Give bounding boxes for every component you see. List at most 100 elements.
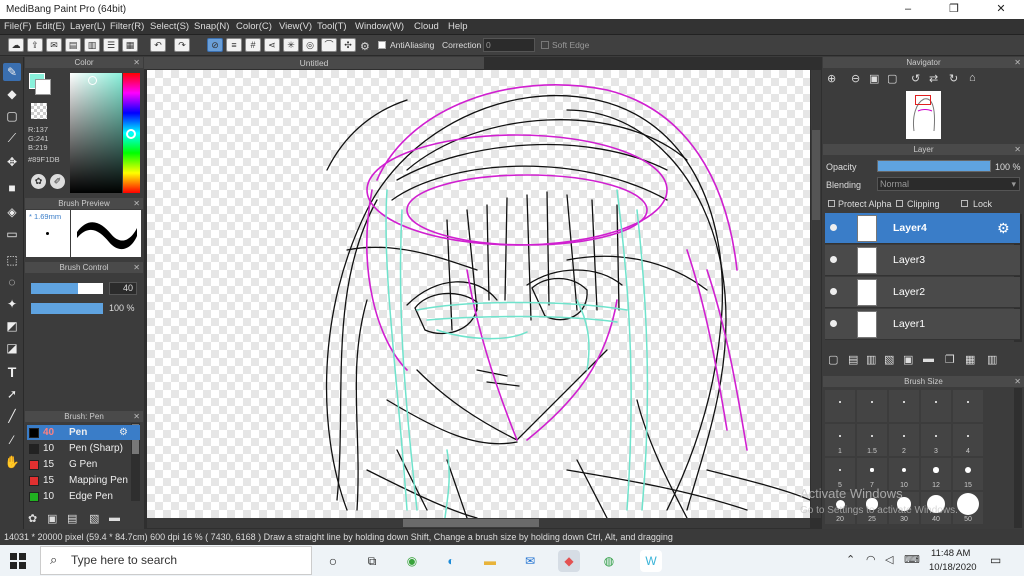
eyedropper-tool-icon[interactable]: ⁄ xyxy=(3,431,21,449)
document-tab[interactable]: Untitled xyxy=(144,57,484,69)
actual-size-icon[interactable]: ▢ xyxy=(887,72,897,85)
duplicate-layer-icon[interactable]: ❐ xyxy=(945,353,955,366)
wifi-icon[interactable]: ◠ xyxy=(866,553,876,566)
saturation-value-picker[interactable] xyxy=(70,73,122,193)
select-eraser-tool-icon[interactable]: ◪ xyxy=(3,339,21,357)
notifications-icon[interactable]: ▭ xyxy=(990,553,1001,567)
brush-settings-icon[interactable]: ▧ xyxy=(89,512,102,525)
new-layer-icon[interactable]: ▢ xyxy=(828,353,838,366)
delete-layer-icon[interactable]: ▥ xyxy=(987,353,997,366)
chat-icon[interactable]: ▤ xyxy=(65,38,81,52)
redo-icon[interactable]: ↷ xyxy=(174,38,190,52)
menu-file[interactable]: File(F) xyxy=(4,21,31,32)
menu-layer[interactable]: Layer(L) xyxy=(70,21,105,32)
hue-slider[interactable] xyxy=(123,73,140,193)
new-8bit-layer-icon[interactable]: ▧ xyxy=(884,353,894,366)
new-brush-icon[interactable]: ▤ xyxy=(67,512,80,525)
cortana-icon[interactable]: ○ xyxy=(322,550,344,572)
settings-gear-icon[interactable]: ⚙ xyxy=(360,40,370,53)
brush-size-cell[interactable]: 2 xyxy=(889,424,919,456)
circle-snap-icon[interactable]: ◎ xyxy=(302,38,318,52)
fill-rect-tool-icon[interactable]: ■ xyxy=(3,179,21,197)
medibang-app-icon[interactable]: ◆ xyxy=(558,550,580,572)
task-view-icon[interactable]: ⧉ xyxy=(361,550,383,572)
add-brush-icon[interactable]: ✿ xyxy=(28,512,41,525)
app-icon-green[interactable]: ◉ xyxy=(401,550,423,572)
panel-close-icon[interactable]: ✕ xyxy=(133,57,140,68)
gradient-tool-icon[interactable]: ▭ xyxy=(3,225,21,243)
taskbar-date[interactable]: 10/18/2020 xyxy=(929,562,977,573)
fit-icon[interactable]: ▣ xyxy=(869,72,879,85)
brush-size-slider[interactable] xyxy=(31,283,103,294)
canvas-horizontal-scrollbar[interactable] xyxy=(147,518,810,528)
clipping-checkbox[interactable] xyxy=(896,200,903,207)
brush-size-cell[interactable]: 12 xyxy=(921,458,951,490)
curve-snap-icon[interactable]: ⌒ xyxy=(321,38,337,52)
merge-layer-icon[interactable]: ▦ xyxy=(965,353,975,366)
lock-checkbox[interactable] xyxy=(961,200,968,207)
panel-close-icon[interactable]: ✕ xyxy=(133,411,140,422)
blending-select[interactable]: Normal ▾ xyxy=(877,177,1020,191)
share-icon[interactable]: ⇪ xyxy=(27,38,43,52)
taskbar-time[interactable]: 11:48 AM xyxy=(931,548,970,559)
soft-edge-checkbox[interactable] xyxy=(541,41,549,49)
antialiasing-checkbox[interactable] xyxy=(378,41,386,49)
menu-cloud[interactable]: Cloud xyxy=(414,21,439,32)
chrome-icon[interactable]: ◍ xyxy=(598,550,620,572)
menu-view[interactable]: View(V) xyxy=(279,21,312,32)
visibility-icon[interactable] xyxy=(830,224,837,231)
folder-icon[interactable]: ▬ xyxy=(923,353,934,365)
color-picker-icon[interactable]: ✐ xyxy=(50,174,65,189)
panel-close-icon[interactable]: ✕ xyxy=(133,198,140,209)
grid-icon[interactable]: ▦ xyxy=(122,38,138,52)
minimize-button[interactable]: – xyxy=(885,0,931,19)
keyboard-icon[interactable]: ⌨ xyxy=(904,553,920,566)
layer-opacity-slider[interactable] xyxy=(877,160,991,172)
bucket-tool-icon[interactable]: ◈ xyxy=(3,203,21,221)
divide-tool-icon[interactable]: ╱ xyxy=(3,407,21,425)
edge-browser-icon[interactable]: ◐ xyxy=(440,550,462,572)
reset-view-icon[interactable]: ⌂ xyxy=(969,72,976,84)
visibility-icon[interactable] xyxy=(830,288,837,295)
panel-close-icon[interactable]: ✕ xyxy=(1014,144,1021,155)
maximize-button[interactable]: ❐ xyxy=(931,0,977,19)
rotate-left-icon[interactable]: ↺ xyxy=(911,72,920,85)
menu-snap[interactable]: Snap(N) xyxy=(194,21,229,32)
hand-tool-icon[interactable]: ✋ xyxy=(3,453,21,471)
brush-size-scrollbar[interactable] xyxy=(1014,388,1022,528)
brush-item-g-pen[interactable]: 15 G Pen xyxy=(27,457,140,472)
menu-filter[interactable]: Filter(R) xyxy=(110,21,144,32)
new-halftone-layer-icon[interactable]: ▤ xyxy=(848,353,858,366)
layer-settings-gear-icon[interactable]: ⚙ xyxy=(997,220,1010,237)
brush-size-cell[interactable] xyxy=(857,390,887,422)
brush-opacity-slider[interactable] xyxy=(31,303,103,314)
layer-row-layer1[interactable]: Layer1 xyxy=(825,309,1020,340)
taskbar-search-box[interactable]: Type here to search xyxy=(40,546,312,575)
select-pen-tool-icon[interactable]: ◩ xyxy=(3,317,21,335)
menu-tool[interactable]: Tool(T) xyxy=(317,21,347,32)
panel-close-icon[interactable]: ✕ xyxy=(1014,376,1021,387)
brush-item-mapping-pen[interactable]: 15 Mapping Pen xyxy=(27,473,140,488)
dot-tool-icon[interactable]: ⟋ xyxy=(3,129,21,147)
new-1bit-layer-icon[interactable]: ▥ xyxy=(866,353,876,366)
zoom-in-icon[interactable]: ⊕ xyxy=(827,72,836,85)
flip-icon[interactable]: ⇄ xyxy=(929,72,938,85)
brush-menu-icon[interactable]: ▣ xyxy=(47,512,60,525)
select-rect-tool-icon[interactable]: ⬚ xyxy=(3,251,21,269)
brush-size-cell[interactable] xyxy=(953,390,983,422)
rectangle-tool-icon[interactable]: ▢ xyxy=(3,107,21,125)
layer-row-layer2[interactable]: Layer2 xyxy=(825,277,1020,308)
navigator-thumbnail[interactable] xyxy=(906,91,941,139)
snap-off-icon[interactable]: ⊘ xyxy=(207,38,223,52)
brush-size-cell[interactable]: 1.5 xyxy=(857,424,887,456)
drawing-canvas[interactable] xyxy=(147,70,810,518)
menu-edit[interactable]: Edit(E) xyxy=(36,21,65,32)
mail-icon[interactable]: ✉ xyxy=(519,550,541,572)
menu-select[interactable]: Select(S) xyxy=(150,21,189,32)
eraser-tool-icon[interactable]: ◆ xyxy=(3,85,21,103)
background-color-swatch[interactable] xyxy=(35,79,51,95)
add-layer-menu-icon[interactable]: ▣ xyxy=(903,353,913,366)
radial-snap-icon[interactable]: ✳ xyxy=(283,38,299,52)
operation-tool-icon[interactable]: ➚ xyxy=(3,385,21,403)
menu-color[interactable]: Color(C) xyxy=(236,21,272,32)
